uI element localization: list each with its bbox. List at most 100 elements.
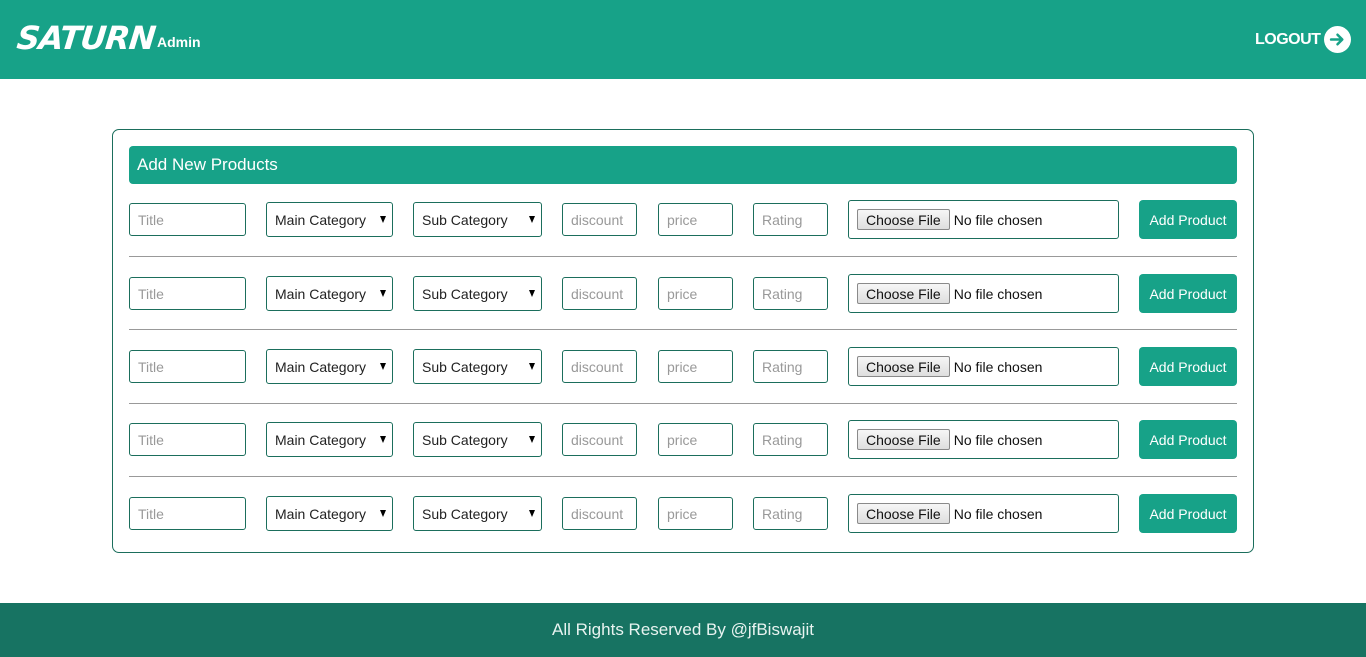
image-file-input: Choose File No file chosen xyxy=(848,494,1119,533)
discount-placeholder: discount xyxy=(571,211,624,228)
choose-file-button[interactable]: Choose File xyxy=(857,209,950,230)
caret-down-icon xyxy=(529,436,535,443)
add-products-card: Add New Products Title Main Category Sub… xyxy=(112,129,1254,553)
brand-logo[interactable]: SATURN Admin xyxy=(15,19,201,57)
rating-input[interactable]: Rating xyxy=(753,350,828,383)
discount-input[interactable]: discount xyxy=(562,350,637,383)
main-category-select[interactable]: Main Category xyxy=(266,276,393,311)
price-placeholder: price xyxy=(667,211,698,228)
footer: All Rights Reserved By @jfBiswajit xyxy=(0,603,1366,657)
title-input[interactable]: Title xyxy=(129,277,246,310)
card-title: Add New Products xyxy=(129,146,1237,184)
main-category-value: Main Category xyxy=(275,431,367,448)
title-input[interactable]: Title xyxy=(129,350,246,383)
caret-down-icon xyxy=(529,510,535,517)
brand-name: SATURN xyxy=(15,19,157,57)
sub-category-select[interactable]: Sub Category xyxy=(413,349,542,384)
rating-placeholder: Rating xyxy=(762,358,803,375)
sub-category-value: Sub Category xyxy=(422,285,508,302)
title-placeholder: Title xyxy=(138,505,164,522)
add-product-button[interactable]: Add Product xyxy=(1139,494,1237,533)
add-product-button[interactable]: Add Product xyxy=(1139,347,1237,386)
sub-category-select[interactable]: Sub Category xyxy=(413,496,542,531)
sub-category-value: Sub Category xyxy=(422,211,508,228)
file-status: No file chosen xyxy=(953,505,1043,522)
sub-category-select[interactable]: Sub Category xyxy=(413,422,542,457)
price-input[interactable]: price xyxy=(658,277,733,310)
sub-category-select[interactable]: Sub Category xyxy=(413,276,542,311)
caret-down-icon xyxy=(529,363,535,370)
choose-file-button[interactable]: Choose File xyxy=(857,503,950,524)
image-file-input: Choose File No file chosen xyxy=(848,347,1119,386)
caret-down-icon xyxy=(380,290,386,297)
title-input[interactable]: Title xyxy=(129,497,246,530)
footer-text: All Rights Reserved By @jfBiswajit xyxy=(552,620,814,639)
main-category-select[interactable]: Main Category xyxy=(266,422,393,457)
price-placeholder: price xyxy=(667,505,698,522)
discount-input[interactable]: discount xyxy=(562,203,637,236)
image-file-input: Choose File No file chosen xyxy=(848,274,1119,313)
file-status: No file chosen xyxy=(953,431,1043,448)
file-status: No file chosen xyxy=(953,358,1043,375)
logout-label: LOGOUT xyxy=(1255,30,1321,48)
title-input[interactable]: Title xyxy=(129,203,246,236)
main-category-value: Main Category xyxy=(275,211,367,228)
add-product-button[interactable]: Add Product xyxy=(1139,200,1237,239)
file-status: No file chosen xyxy=(953,211,1043,228)
title-input[interactable]: Title xyxy=(129,423,246,456)
add-product-button[interactable]: Add Product xyxy=(1139,420,1237,459)
price-input[interactable]: price xyxy=(658,203,733,236)
price-input[interactable]: price xyxy=(658,423,733,456)
discount-input[interactable]: discount xyxy=(562,423,637,456)
product-form-row: Title Main Category Sub Category discoun… xyxy=(113,420,1255,460)
price-placeholder: price xyxy=(667,285,698,302)
product-form-row: Title Main Category Sub Category discoun… xyxy=(113,494,1255,534)
caret-down-icon xyxy=(529,216,535,223)
rating-input[interactable]: Rating xyxy=(753,423,828,456)
rating-input[interactable]: Rating xyxy=(753,203,828,236)
discount-placeholder: discount xyxy=(571,358,624,375)
main-category-select[interactable]: Main Category xyxy=(266,202,393,237)
choose-file-button[interactable]: Choose File xyxy=(857,356,950,377)
sub-category-select[interactable]: Sub Category xyxy=(413,202,542,237)
file-status: No file chosen xyxy=(953,285,1043,302)
discount-input[interactable]: discount xyxy=(562,277,637,310)
logout-button[interactable]: LOGOUT xyxy=(1255,26,1352,53)
main-category-select[interactable]: Main Category xyxy=(266,496,393,531)
caret-down-icon xyxy=(529,290,535,297)
caret-down-icon xyxy=(380,363,386,370)
row-divider xyxy=(129,329,1237,330)
title-placeholder: Title xyxy=(138,285,164,302)
row-divider xyxy=(129,256,1237,257)
main-category-select[interactable]: Main Category xyxy=(266,349,393,384)
discount-placeholder: discount xyxy=(571,285,624,302)
rating-input[interactable]: Rating xyxy=(753,497,828,530)
rating-placeholder: Rating xyxy=(762,285,803,302)
sub-category-value: Sub Category xyxy=(422,505,508,522)
brand-subtitle: Admin xyxy=(156,34,201,50)
choose-file-button[interactable]: Choose File xyxy=(857,429,950,450)
main-category-value: Main Category xyxy=(275,505,367,522)
main-category-value: Main Category xyxy=(275,285,367,302)
discount-input[interactable]: discount xyxy=(562,497,637,530)
sub-category-value: Sub Category xyxy=(422,358,508,375)
rating-placeholder: Rating xyxy=(762,211,803,228)
image-file-input: Choose File No file chosen xyxy=(848,420,1119,459)
rating-placeholder: Rating xyxy=(762,431,803,448)
add-product-button[interactable]: Add Product xyxy=(1139,274,1237,313)
price-placeholder: price xyxy=(667,358,698,375)
top-bar: SATURN Admin LOGOUT xyxy=(0,0,1366,79)
rating-input[interactable]: Rating xyxy=(753,277,828,310)
row-divider xyxy=(129,476,1237,477)
discount-placeholder: discount xyxy=(571,505,624,522)
caret-down-icon xyxy=(380,510,386,517)
caret-down-icon xyxy=(380,216,386,223)
discount-placeholder: discount xyxy=(571,431,624,448)
choose-file-button[interactable]: Choose File xyxy=(857,283,950,304)
price-input[interactable]: price xyxy=(658,497,733,530)
price-input[interactable]: price xyxy=(658,350,733,383)
product-form-row: Title Main Category Sub Category discoun… xyxy=(113,347,1255,387)
row-divider xyxy=(129,403,1237,404)
title-placeholder: Title xyxy=(138,431,164,448)
product-form-row: Title Main Category Sub Category discoun… xyxy=(113,200,1255,240)
